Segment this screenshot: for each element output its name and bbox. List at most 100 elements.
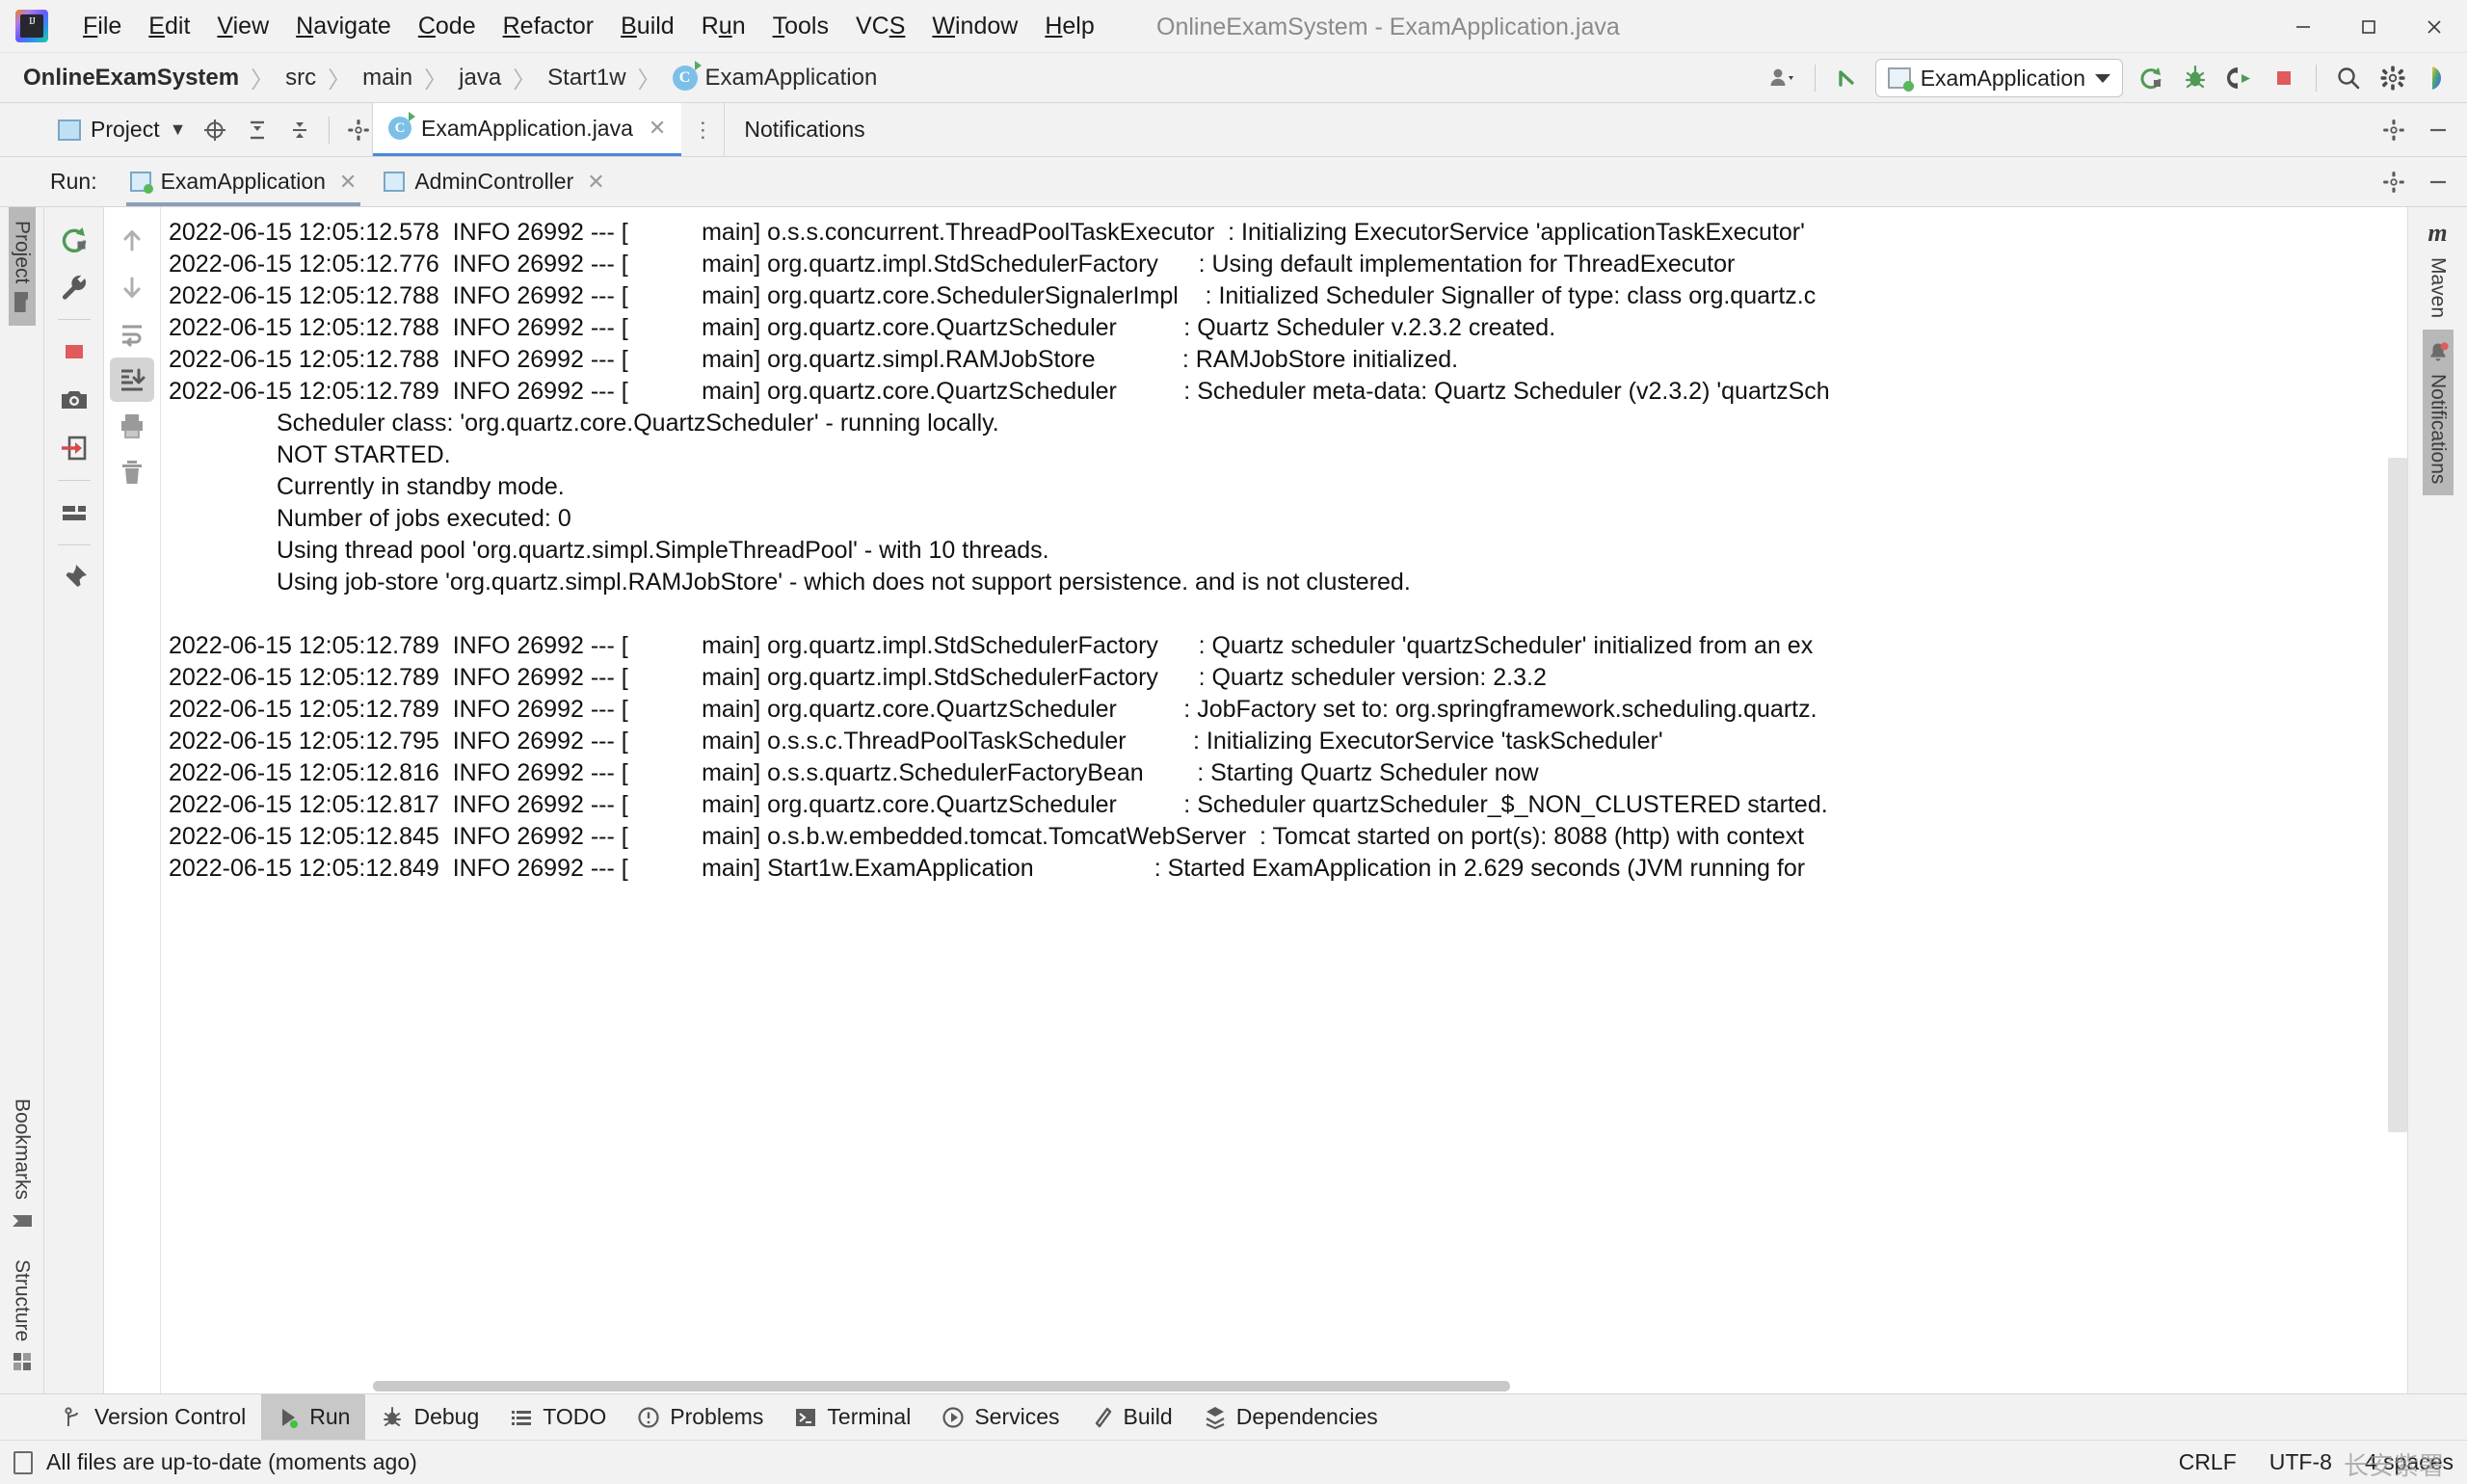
sidebar-item-notifications[interactable]: Notifications	[2422, 330, 2454, 496]
bookmark-icon	[12, 1214, 32, 1227]
bottom-tab-build[interactable]: Build	[1075, 1394, 1188, 1440]
branch-icon	[62, 1406, 85, 1429]
console-horizontal-scrollbar-track[interactable]	[267, 1380, 2386, 1393]
ide-window: IJ File Edit View Navigate Code Refactor Build…	[0, 0, 2467, 1484]
stop-icon[interactable]	[52, 330, 96, 374]
settings-gear-icon[interactable]	[2371, 57, 2415, 99]
trash-icon[interactable]	[110, 450, 154, 494]
minimize-button[interactable]	[2270, 0, 2336, 53]
run-tab-exam-application[interactable]: ExamApplication ✕	[117, 163, 371, 206]
expand-all-icon[interactable]	[238, 111, 277, 149]
breadcrumb-item-examapplication[interactable]: C ExamApplication	[665, 60, 886, 93]
menu-item-file[interactable]: File	[69, 9, 135, 44]
menu-item-code[interactable]: Code	[405, 9, 490, 44]
run-icon[interactable]	[2129, 57, 2173, 99]
encoding-indicator[interactable]: UTF-8	[2269, 1449, 2332, 1475]
bottom-tab-dependencies[interactable]: Dependencies	[1188, 1394, 1393, 1440]
close-icon[interactable]: ✕	[339, 170, 357, 195]
menu-item-window[interactable]: Window	[918, 9, 1031, 44]
console-vertical-scrollbar[interactable]	[2388, 458, 2407, 1132]
debug-icon[interactable]	[2173, 57, 2217, 99]
window-controls	[2270, 0, 2467, 53]
console-log-line: Number of jobs executed: 0	[277, 505, 571, 532]
collapse-all-icon[interactable]	[280, 111, 319, 149]
notifications-settings-gear-icon[interactable]	[2374, 111, 2413, 149]
export-icon[interactable]	[52, 426, 96, 470]
scroll-to-end-icon[interactable]	[110, 358, 154, 402]
editor-tab-options-icon[interactable]: ⋮	[681, 103, 724, 156]
bottom-tab-run[interactable]: Run	[261, 1394, 366, 1440]
menu-item-navigate[interactable]: Navigate	[282, 9, 405, 44]
bottom-tab-version-control[interactable]: Version Control	[46, 1394, 261, 1440]
services-icon	[942, 1406, 965, 1429]
menu-item-vcs[interactable]: VCS	[842, 9, 918, 44]
notifications-hide-icon[interactable]	[2419, 111, 2457, 149]
rail-bookmarks-label: Bookmarks	[11, 1098, 34, 1200]
menu-item-view[interactable]: View	[203, 9, 282, 44]
bottom-tab-label: Problems	[670, 1404, 764, 1429]
run-configuration-selector[interactable]: ExamApplication	[1874, 59, 2123, 97]
close-icon[interactable]: ✕	[587, 170, 604, 195]
bottom-tab-problems[interactable]: Problems	[622, 1394, 779, 1440]
bottom-tab-services[interactable]: Services	[926, 1394, 1074, 1440]
run-tab-label: ExamApplication	[160, 169, 326, 194]
pin-icon[interactable]	[52, 555, 96, 599]
scroll-down-icon[interactable]	[110, 265, 154, 309]
run-tab-admin-controller[interactable]: AdminController ✕	[370, 163, 618, 200]
user-account-icon[interactable]	[1761, 57, 1805, 99]
bottom-tab-terminal[interactable]: Terminal	[779, 1394, 926, 1440]
sidebar-item-structure[interactable]: Structure	[9, 1246, 36, 1386]
editor-tab-exam-application[interactable]: C ExamApplication.java ✕	[373, 103, 682, 156]
run-console[interactable]: 2022-06-15 12:05:12.578 INFO 26992 --- […	[160, 207, 2407, 1393]
sidebar-item-project[interactable]: Project	[8, 207, 36, 327]
console-log-lines: 2022-06-15 12:05:12.578 INFO 26992 --- […	[161, 217, 2407, 885]
status-bar: All files are up-to-date (moments ago) C…	[0, 1440, 2467, 1484]
maximize-button[interactable]	[2336, 0, 2401, 53]
close-icon[interactable]: ✕	[649, 116, 666, 141]
camera-icon[interactable]	[52, 378, 96, 422]
update-project-icon[interactable]	[1825, 57, 1870, 99]
watermark: 长安紫署	[2343, 1452, 2444, 1481]
search-everywhere-icon[interactable]	[2326, 57, 2371, 99]
console-log-line: Scheduler class: 'org.quartz.core.Quartz…	[277, 410, 999, 437]
menu-item-build[interactable]: Build	[607, 9, 688, 44]
bottom-tab-debug[interactable]: Debug	[365, 1394, 494, 1440]
close-button[interactable]	[2401, 0, 2467, 53]
menu-item-run[interactable]: Run	[688, 9, 759, 44]
sidebar-item-bookmarks[interactable]: Bookmarks	[9, 1085, 36, 1246]
line-separator-indicator[interactable]: CRLF	[2179, 1449, 2237, 1475]
settings-wrench-icon[interactable]	[52, 265, 96, 309]
scroll-up-icon[interactable]	[110, 219, 154, 263]
select-opened-file-icon[interactable]	[196, 111, 234, 149]
run-with-coverage-icon[interactable]	[2217, 57, 2262, 99]
run-window-settings-gear-icon[interactable]	[2374, 163, 2413, 201]
menu-item-tools[interactable]: Tools	[759, 9, 842, 44]
print-icon[interactable]	[110, 404, 154, 448]
run-window-hide-icon[interactable]	[2419, 163, 2457, 201]
menu-item-help[interactable]: Help	[1031, 9, 1107, 44]
console-horizontal-scrollbar-thumb[interactable]	[373, 1381, 1510, 1391]
breadcrumb-item-src[interactable]: src	[278, 63, 324, 93]
breadcrumb-item-main[interactable]: main	[355, 63, 420, 93]
rerun-icon[interactable]	[52, 217, 96, 261]
title-bar: IJ File Edit View Navigate Code Refactor Build…	[0, 0, 2467, 53]
chevron-down-icon[interactable]: ▼	[170, 119, 187, 140]
rail-maven-label: Maven	[2427, 257, 2450, 319]
run-tab-label: AdminController	[414, 169, 574, 194]
breadcrumb-item-onlineexamsystem[interactable]: OnlineExamSystem	[15, 63, 247, 93]
sidebar-item-maven[interactable]: m Maven	[2423, 207, 2454, 330]
menu-item-refactor[interactable]: Refactor	[490, 9, 608, 44]
ide-assistant-icon[interactable]	[2415, 57, 2459, 99]
project-tool-window-header[interactable]: Project ▼	[44, 103, 410, 156]
breadcrumb-item-java[interactable]: java	[451, 63, 509, 93]
layout-icon[interactable]	[52, 490, 96, 535]
menu-item-edit[interactable]: Edit	[135, 9, 203, 44]
toolbar-divider-2	[2316, 65, 2317, 92]
breadcrumb-item-start1w[interactable]: Start1w	[540, 63, 633, 93]
play-icon	[277, 1406, 300, 1429]
bottom-tab-todo[interactable]: TODO	[494, 1394, 622, 1440]
left-tool-rail: Project Bookmarks Structure	[0, 207, 44, 1393]
soft-wrap-icon[interactable]	[110, 311, 154, 356]
console-content: 2022-06-15 12:05:12.578 INFO 26992 --- […	[161, 207, 2407, 1393]
stop-icon[interactable]	[2262, 57, 2306, 99]
